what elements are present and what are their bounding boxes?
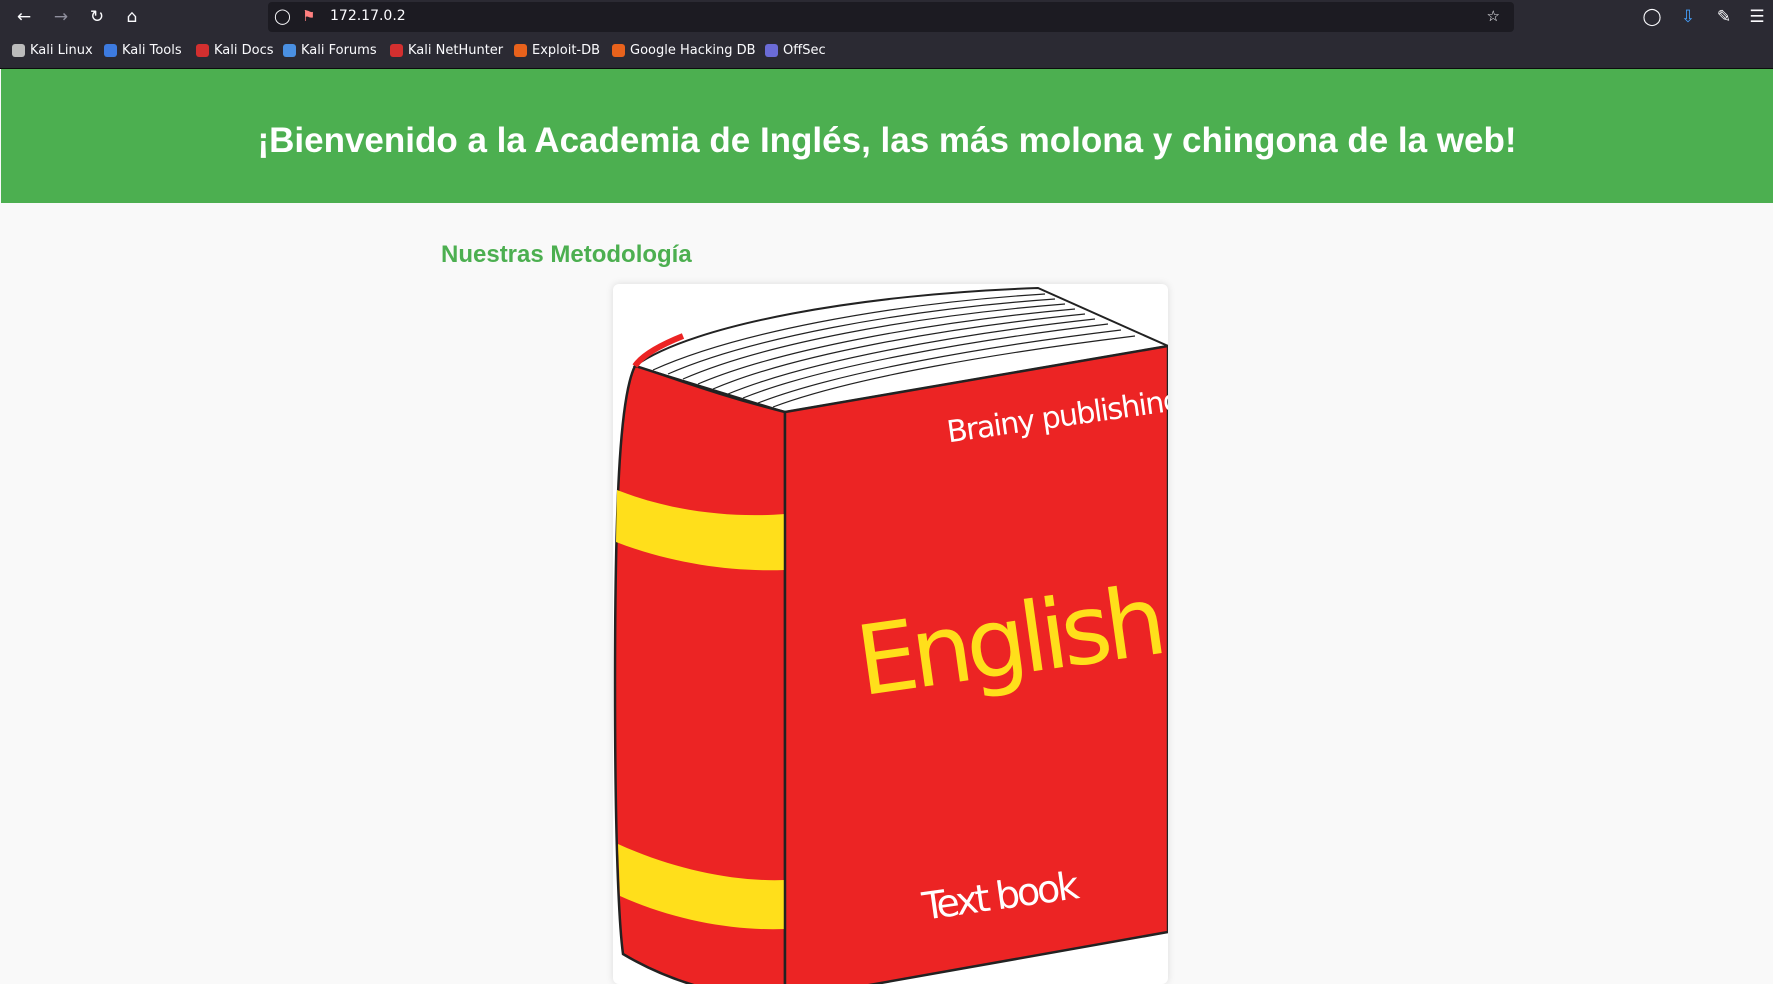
bookmark-kali-tools[interactable]: Kali Tools bbox=[104, 43, 182, 58]
shield-icon[interactable]: ◯ bbox=[274, 7, 291, 25]
kali-tools-icon bbox=[104, 44, 117, 57]
site-header: ¡Bienvenido a la Academia de Inglés, las… bbox=[1, 69, 1773, 203]
bookmarks-bar: Kali Linux Kali Tools Kali Docs Kali For… bbox=[0, 34, 1773, 69]
bookmark-label: Exploit-DB bbox=[532, 43, 601, 58]
header-title: ¡Bienvenido a la Academia de Inglés, las… bbox=[257, 121, 1517, 160]
pocket-icon[interactable]: ◯ bbox=[1640, 5, 1664, 29]
url-text[interactable]: 172.17.0.2 bbox=[330, 8, 406, 24]
bookmark-kali-nethunter[interactable]: Kali NetHunter bbox=[390, 43, 503, 58]
bookmark-exploit-db[interactable]: Exploit-DB bbox=[514, 43, 600, 58]
home-icon[interactable]: ⌂ bbox=[120, 5, 144, 29]
bookmark-label: Kali NetHunter bbox=[408, 43, 504, 58]
download-icon[interactable]: ⇩ bbox=[1676, 5, 1700, 29]
bookmark-label: Kali Forums bbox=[301, 43, 377, 58]
lock-icon[interactable]: ⚑ bbox=[302, 7, 315, 25]
methodology-image-card: Brainy publishing English Text book bbox=[613, 284, 1168, 984]
english-textbook-image: Brainy publishing English Text book bbox=[613, 286, 1168, 984]
bookmark-label: OffSec bbox=[783, 43, 826, 58]
menu-icon[interactable]: ☰ bbox=[1745, 5, 1769, 29]
star-icon[interactable]: ☆ bbox=[1487, 7, 1500, 25]
exploit-db-icon bbox=[514, 44, 527, 57]
browser-toolbar: ← → ↻ ⌂ ◯ ⚑ 172.17.0.2 ☆ ◯ ⇩ ✎ ☰ bbox=[0, 0, 1773, 34]
kali-forums-icon bbox=[283, 44, 296, 57]
back-icon[interactable]: ← bbox=[12, 5, 36, 29]
bookmark-label: Google Hacking DB bbox=[630, 43, 756, 58]
bookmark-offsec[interactable]: OffSec bbox=[765, 43, 826, 58]
bookmark-google-hacking-db[interactable]: Google Hacking DB bbox=[612, 43, 756, 58]
reload-icon[interactable]: ↻ bbox=[85, 5, 109, 29]
bookmark-label: Kali Docs bbox=[214, 43, 274, 58]
offsec-icon bbox=[765, 44, 778, 57]
ghdb-icon bbox=[612, 44, 625, 57]
forward-icon[interactable]: → bbox=[49, 5, 73, 29]
kali-nethunter-icon bbox=[390, 44, 403, 57]
bookmark-kali-linux[interactable]: Kali Linux bbox=[12, 43, 93, 58]
extensions-icon[interactable]: ✎ bbox=[1712, 5, 1736, 29]
bookmark-label: Kali Tools bbox=[122, 43, 182, 58]
bookmark-label: Kali Linux bbox=[30, 43, 93, 58]
bookmark-kali-docs[interactable]: Kali Docs bbox=[196, 43, 274, 58]
kali-dragon-icon bbox=[12, 44, 25, 57]
section-title: Nuestras Metodología bbox=[441, 241, 692, 268]
bookmark-kali-forums[interactable]: Kali Forums bbox=[283, 43, 377, 58]
kali-docs-icon bbox=[196, 44, 209, 57]
address-bar[interactable]: ◯ ⚑ 172.17.0.2 ☆ bbox=[268, 2, 1514, 32]
